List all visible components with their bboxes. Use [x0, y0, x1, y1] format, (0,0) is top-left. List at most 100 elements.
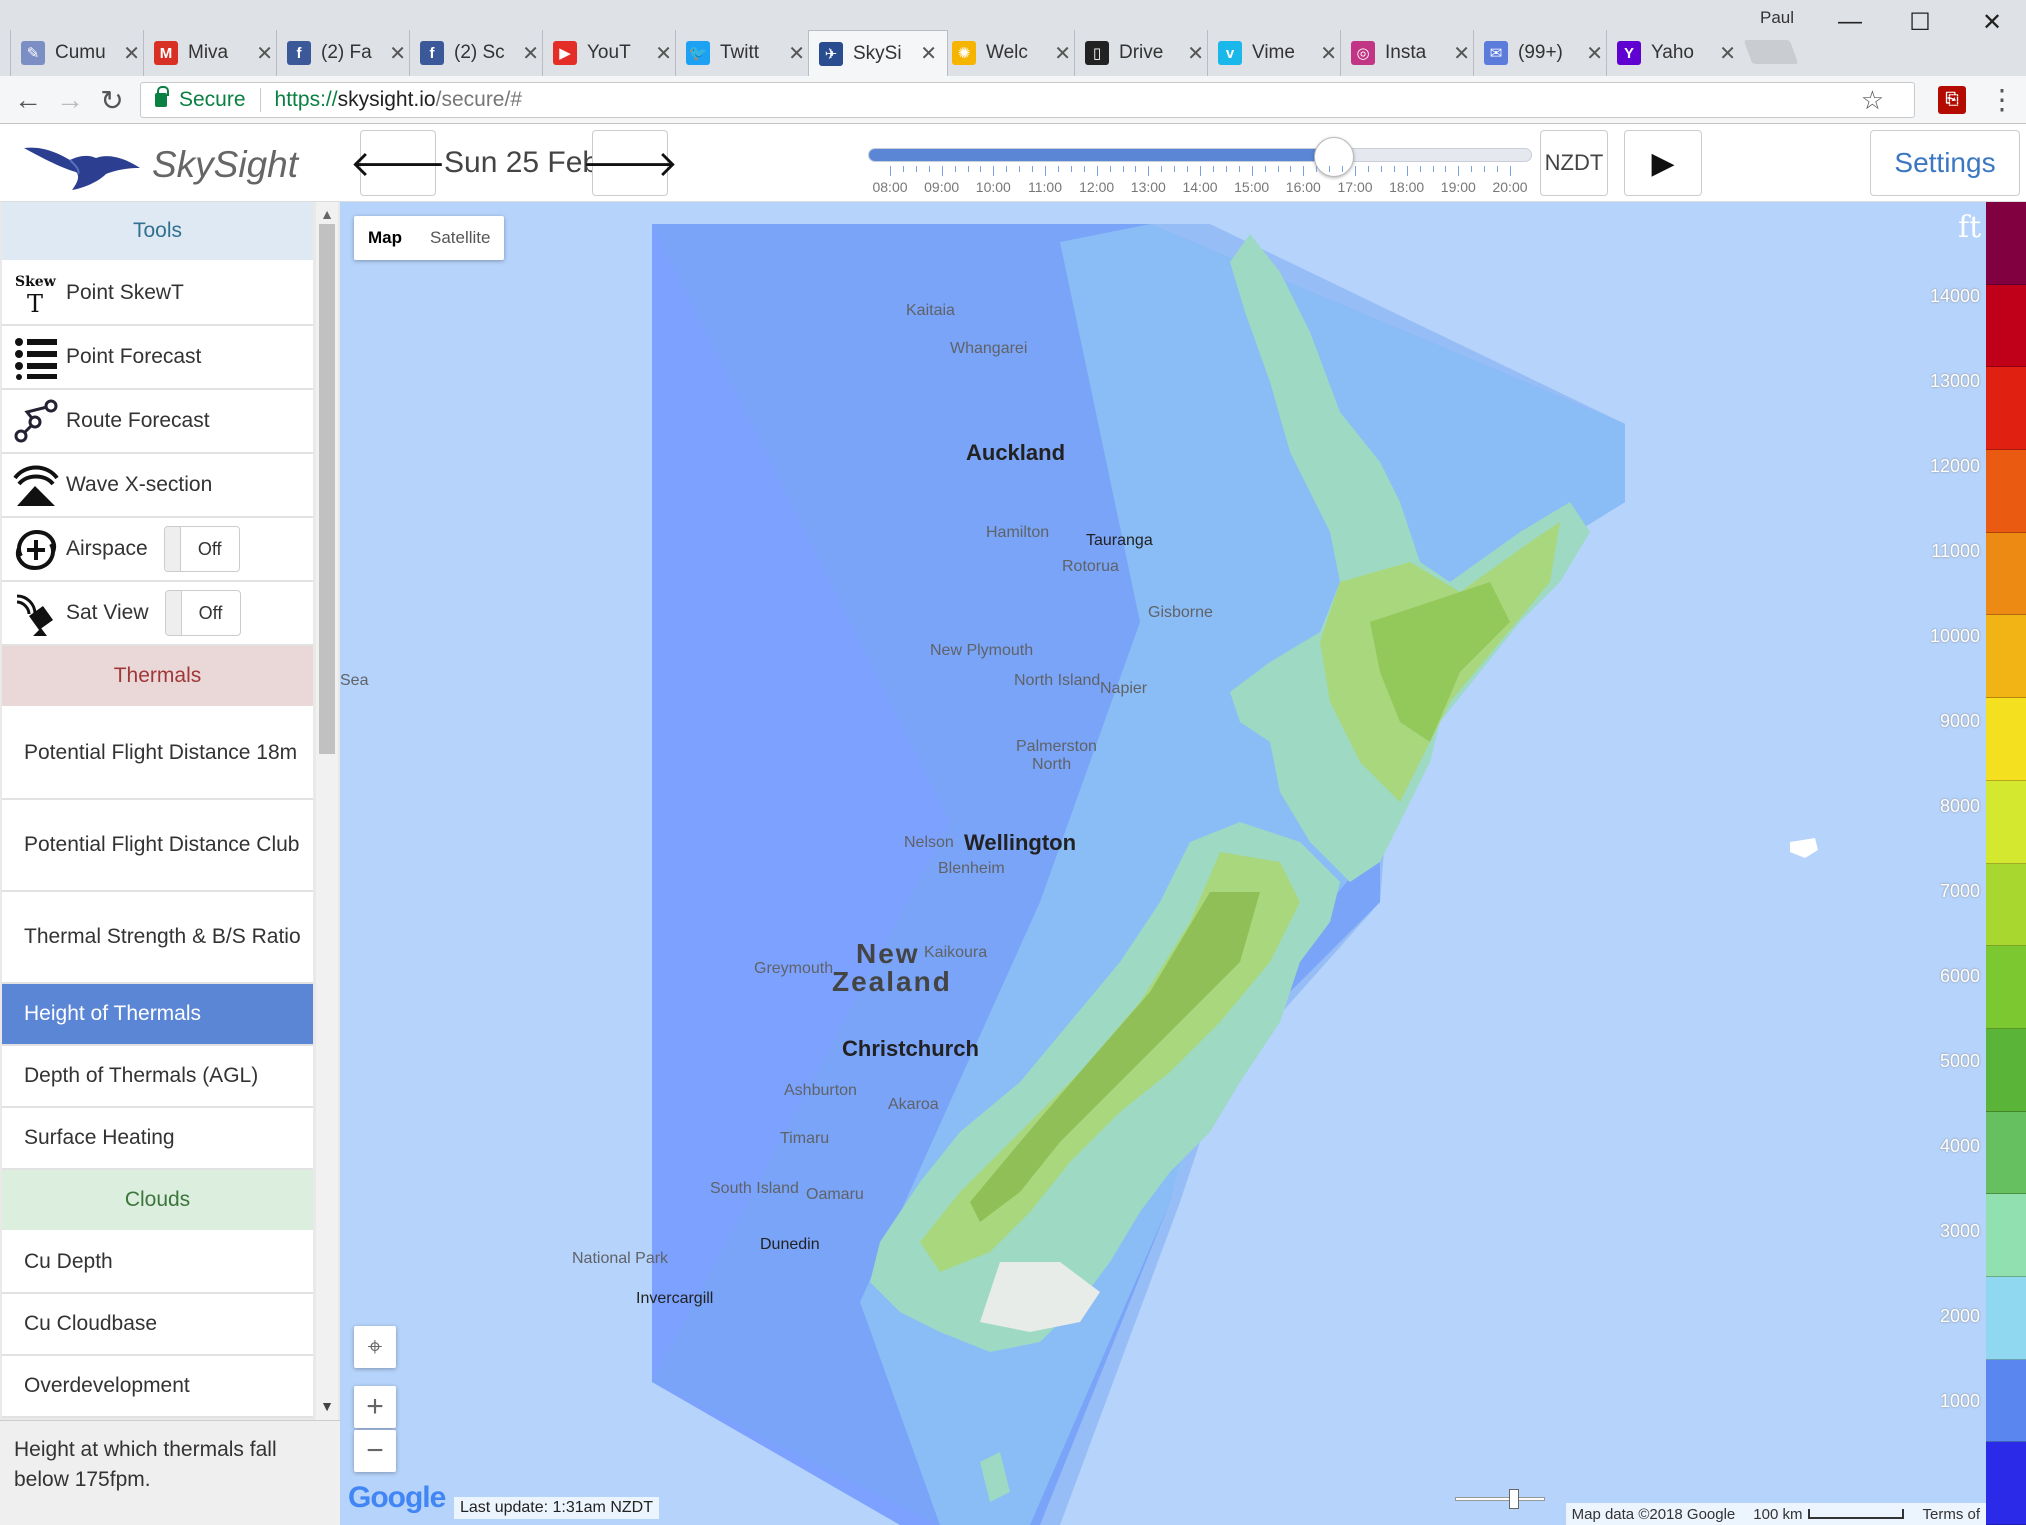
minimize-icon[interactable]: — — [1830, 8, 1870, 36]
browser-tab[interactable]: ▶ YouT ✕ — [542, 30, 682, 76]
close-tab-icon[interactable]: ✕ — [522, 41, 539, 66]
toggle-value: Off — [197, 539, 222, 559]
route-forecast-tool[interactable]: Route Forecast — [2, 390, 313, 454]
layer-potential-flight-distance-18m[interactable]: Potential Flight Distance 18m — [2, 708, 313, 800]
map-data-label[interactable]: Map data ©2018 Google — [1572, 1506, 1736, 1523]
map-type-map-button[interactable]: Map — [354, 216, 416, 260]
thermals-section-header: Thermals — [2, 646, 313, 708]
map-label: Wellington — [964, 830, 1077, 855]
toggle-value: Off — [198, 603, 223, 623]
timezone-button[interactable]: NZDT — [1540, 130, 1608, 196]
browser-tab[interactable]: M Miva ✕ — [143, 30, 283, 76]
browser-menu-icon[interactable]: ⋮ — [1988, 84, 2016, 116]
address-bar[interactable]: Secure https://skysight.io/secure/# ☆ — [140, 82, 1915, 118]
time-label: 15:00 — [1234, 179, 1270, 195]
close-window-icon[interactable]: ✕ — [1972, 8, 2012, 37]
close-tab-icon[interactable]: ✕ — [389, 41, 406, 66]
map-type-satellite-button[interactable]: Satellite — [416, 216, 504, 260]
close-tab-icon[interactable]: ✕ — [920, 41, 937, 66]
close-tab-icon[interactable]: ✕ — [256, 41, 273, 66]
browser-tab[interactable]: ✎ Cumu ✕ — [10, 30, 150, 76]
browser-tab[interactable]: ▯ Drive ✕ — [1074, 30, 1214, 76]
time-tick — [941, 166, 943, 176]
pegman-slider[interactable] — [1455, 1489, 1545, 1509]
svg-text:T: T — [27, 290, 43, 316]
time-label: 16:00 — [1285, 179, 1321, 195]
zoom-in-button[interactable]: + — [354, 1386, 396, 1428]
map-canvas[interactable]: Sea Kaitaia Whangarei Auckland Hamilton … — [340, 202, 1986, 1525]
sat-view-toggle[interactable]: Off — [164, 590, 241, 636]
url-scheme: https:// — [274, 88, 338, 111]
instagram-icon: ◎ — [1351, 41, 1375, 65]
time-tick — [993, 166, 995, 176]
sidebar-scrollbar[interactable]: ▲ ▼ — [316, 202, 338, 1420]
layer-cu-cloudbase[interactable]: Cu Cloudbase — [2, 1294, 313, 1356]
forward-icon[interactable]: → — [52, 82, 88, 118]
back-icon[interactable]: ← — [10, 82, 46, 118]
browser-tab[interactable]: Y Yaho ✕ — [1606, 30, 1746, 76]
time-tick — [1122, 166, 1124, 172]
time-tick — [1251, 166, 1253, 176]
tab-title: Cumu — [55, 42, 106, 63]
previous-day-button[interactable]: 🡐 — [350, 130, 446, 196]
point-forecast-tool[interactable]: Point Forecast — [2, 326, 313, 390]
tool-label: Point Forecast — [66, 345, 202, 368]
my-location-button[interactable]: ⌖ — [354, 1326, 396, 1368]
wave-xsection-tool[interactable]: Wave X-section — [2, 454, 313, 518]
close-tab-icon[interactable]: ✕ — [1054, 41, 1071, 66]
tool-label: Point SkewT — [66, 281, 184, 304]
layer-potential-flight-distance-club[interactable]: Potential Flight Distance Club — [2, 800, 313, 892]
close-tab-icon[interactable]: ✕ — [1320, 41, 1337, 66]
secure-label: Secure — [179, 88, 246, 111]
airspace-icon — [10, 523, 62, 575]
zoom-out-button[interactable]: − — [354, 1430, 396, 1472]
time-tick — [1316, 166, 1318, 172]
close-tab-icon[interactable]: ✕ — [788, 41, 805, 66]
browser-tab[interactable]: f (2) Fa ✕ — [276, 30, 416, 76]
settings-button[interactable]: Settings — [1870, 130, 2020, 196]
scroll-down-icon[interactable]: ▼ — [316, 1398, 338, 1414]
close-tab-icon[interactable]: ✕ — [1453, 41, 1470, 66]
play-animation-button[interactable]: ▶ — [1624, 130, 1702, 196]
close-tab-icon[interactable]: ✕ — [1187, 41, 1204, 66]
layer-overdevelopment[interactable]: Overdevelopment — [2, 1356, 313, 1418]
map-label: Gisborne — [1148, 604, 1213, 621]
layer-surface-heating[interactable]: Surface Heating — [2, 1108, 313, 1170]
browser-profile-name[interactable]: Paul — [1760, 8, 1794, 28]
next-day-button[interactable]: 🡒 — [582, 130, 678, 196]
browser-tab[interactable]: ✺ Welc ✕ — [941, 30, 1081, 76]
browser-tab[interactable]: ◎ Insta ✕ — [1340, 30, 1480, 76]
terms-link[interactable]: Terms of — [1922, 1506, 1980, 1523]
layer-depth-of-thermals[interactable]: Depth of Thermals (AGL) — [2, 1046, 313, 1108]
layer-list: Tools Skew T Point SkewT Point Forecast R… — [2, 202, 313, 1420]
scrollbar-thumb[interactable] — [319, 224, 335, 754]
scroll-up-icon[interactable]: ▲ — [316, 206, 338, 222]
new-tab-button[interactable] — [1743, 40, 1799, 64]
time-label: 20:00 — [1492, 179, 1528, 195]
layer-height-of-thermals[interactable]: Height of Thermals — [2, 984, 313, 1046]
time-slider[interactable] — [868, 137, 1532, 177]
airspace-toggle[interactable]: Off — [163, 526, 240, 572]
browser-tab[interactable]: f (2) Sc ✕ — [409, 30, 549, 76]
browser-tab[interactable]: v Vime ✕ — [1207, 30, 1347, 76]
browser-tab[interactable]: 🐦 Twitt ✕ — [675, 30, 815, 76]
tab-title: Yaho — [1651, 42, 1694, 63]
layer-thermal-strength[interactable]: Thermal Strength & B/S Ratio — [2, 892, 313, 984]
close-tab-icon[interactable]: ✕ — [1586, 41, 1603, 66]
layer-cu-depth[interactable]: Cu Depth — [2, 1232, 313, 1294]
bookmark-star-icon[interactable]: ☆ — [1861, 85, 1884, 116]
browser-tab[interactable]: ✉ (99+) ✕ — [1473, 30, 1613, 76]
close-tab-icon[interactable]: ✕ — [655, 41, 672, 66]
legend-tick-label: 3000 — [1939, 1221, 1980, 1241]
close-tab-icon[interactable]: ✕ — [1719, 41, 1736, 66]
maximize-icon[interactable]: ☐ — [1900, 8, 1940, 37]
browser-tab[interactable]: ✈ SkySi ✕ — [808, 30, 948, 76]
point-skewt-tool[interactable]: Skew T Point SkewT — [2, 262, 313, 326]
reload-icon[interactable]: ↻ — [94, 82, 130, 118]
time-tick — [1264, 166, 1266, 172]
facebook-icon: f — [420, 41, 444, 65]
close-tab-icon[interactable]: ✕ — [123, 41, 140, 66]
map-label: North — [1032, 756, 1072, 773]
time-tick — [954, 166, 956, 172]
pdf-extension-icon[interactable]: ⎘ — [1938, 86, 1966, 114]
